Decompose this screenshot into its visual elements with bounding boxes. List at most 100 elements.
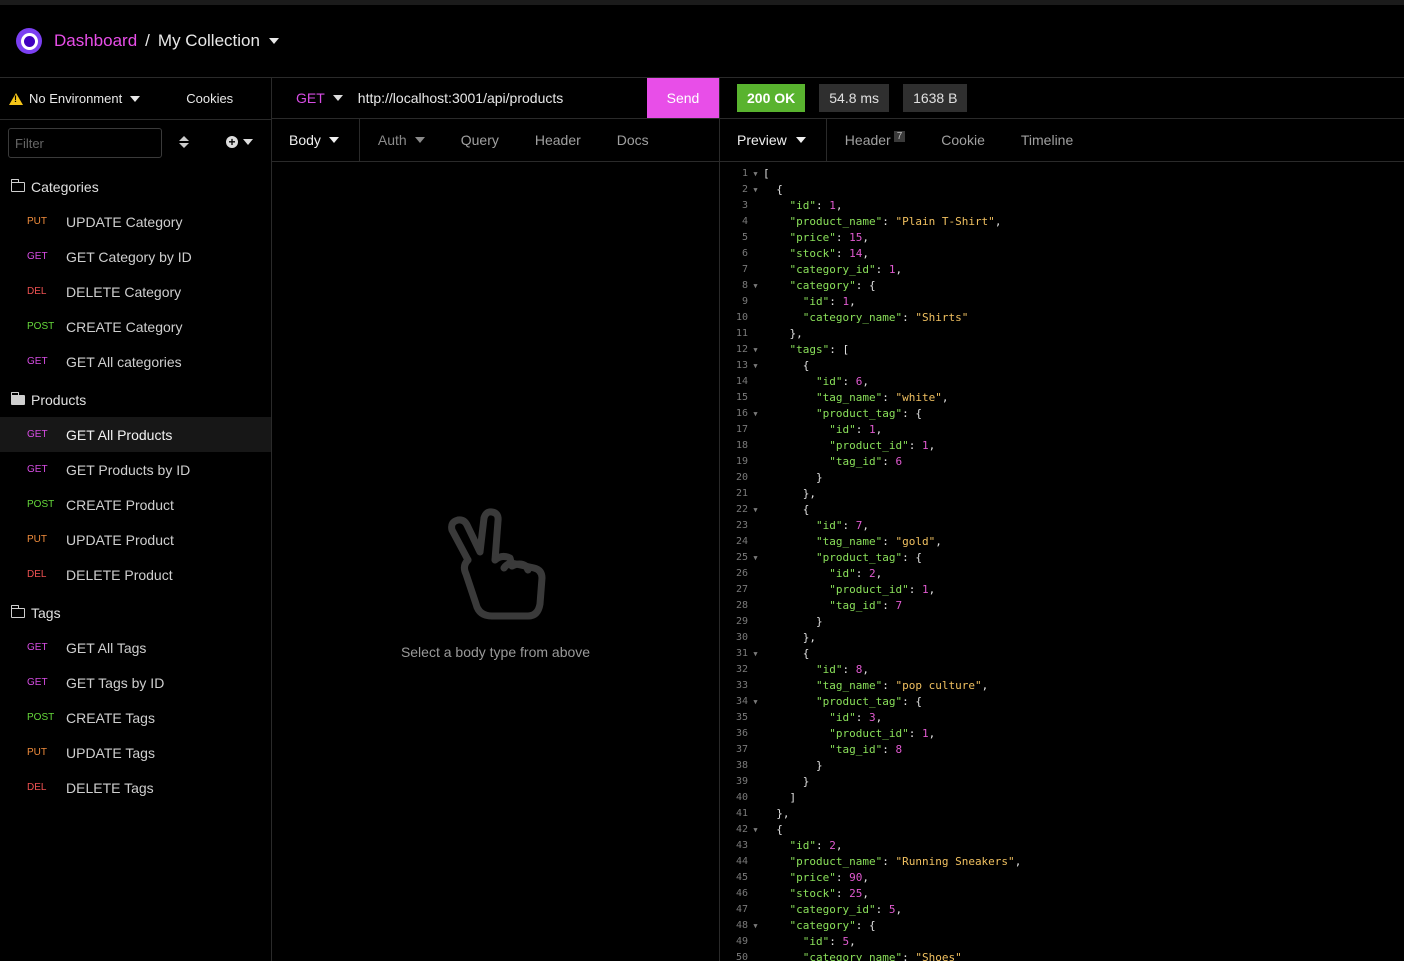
fold-gutter [748,230,763,246]
url-input[interactable]: http://localhost:3001/api/products [358,90,563,106]
response-status-row: 200 OK 54.8 ms 1638 B [720,78,1404,119]
fold-toggle-icon[interactable]: ▼ [748,822,763,838]
code-text: "tag_name": "white", [815,391,949,404]
code-line: 44 "product_name": "Running Sneakers", [720,854,1404,870]
code-text: "id": 6, [815,375,869,388]
sidebar-item-get-all-tags[interactable]: GET GET All Tags [0,630,271,665]
code-line: 42 ▼ { [720,822,1404,838]
code-text: "tag_id": 7 [829,599,903,612]
folder-products[interactable]: Products [0,382,271,417]
sidebar-item-label: GET All categories [66,353,182,370]
sidebar-item-update-tags[interactable]: PUT UPDATE Tags [0,735,271,770]
code-text: { [763,503,810,516]
line-number: 14 [735,376,748,387]
sidebar-item-delete-product[interactable]: DEL DELETE Product [0,557,271,592]
environment-selector[interactable]: No Environment [29,91,122,106]
fold-toggle-icon[interactable]: ▼ [748,502,763,518]
tab-docs[interactable]: Docs [599,119,667,162]
method-tag: DEL [27,569,47,580]
send-button[interactable]: Send [647,78,719,118]
line-number: 49 [735,936,748,947]
tab-cookie[interactable]: Cookie [923,119,1003,162]
tab-timeline[interactable]: Timeline [1003,119,1091,162]
sidebar-item-get-all-products[interactable]: GET GET All Products [0,417,271,452]
line-number: 48 [735,920,748,931]
chevron-down-icon[interactable] [268,38,279,44]
tab-query[interactable]: Query [443,119,517,162]
cookies-button[interactable]: Cookies [186,91,233,106]
sidebar-item-get-all-categories[interactable]: GET GET All categories [0,344,271,379]
code-text: "category": { [789,279,876,292]
tab-header[interactable]: Header [517,119,599,162]
line-number: 24 [735,536,748,547]
code-text: } [763,759,823,772]
fold-gutter [748,390,763,406]
sidebar-item-update-category[interactable]: PUT UPDATE Category [0,204,271,239]
code-line: 4 "product_name": "Plain T-Shirt", [720,214,1404,230]
sidebar-item-create-product[interactable]: POST CREATE Product [0,487,271,522]
sidebar-item-delete-category[interactable]: DEL DELETE Category [0,274,271,309]
folder-tags[interactable]: Tags [0,595,271,630]
folder-categories[interactable]: Categories [0,169,271,204]
chevron-down-icon[interactable] [243,139,253,145]
method-tag: PUT [27,747,47,758]
sort-icon[interactable] [179,136,189,150]
response-body-viewer[interactable]: 1 ▼[2 ▼ {3 "id": 1, 4 "product_name": "Plai… [720,166,1404,961]
code-line: 49 "id": 5, [720,934,1404,950]
sidebar-item-create-tags[interactable]: POST CREATE Tags [0,700,271,735]
code-line: 33 "tag_name": "pop culture", [720,678,1404,694]
filter-input[interactable] [8,128,162,158]
sidebar-item-get-category-by-id[interactable]: GET GET Category by ID [0,239,271,274]
fold-toggle-icon[interactable]: ▼ [748,694,763,710]
code-text: "stock": 14, [789,247,869,260]
code-text: "id": 5, [802,935,856,948]
chevron-down-icon[interactable] [130,95,141,102]
fold-gutter [748,950,763,961]
code-text: "price": 15, [789,231,869,244]
add-icon[interactable]: + [226,136,238,148]
fold-toggle-icon[interactable]: ▼ [748,918,763,934]
line-number: 33 [735,680,748,691]
tab-response-header[interactable]: Header 7 [827,119,923,162]
code-line: 27 "product_id": 1, [720,582,1404,598]
method-selector[interactable]: GET [296,90,325,106]
breadcrumb-collection[interactable]: My Collection [158,31,260,51]
line-number: 2 [741,184,748,195]
fold-toggle-icon[interactable]: ▼ [748,182,763,198]
code-line: 28 "tag_id": 7 [720,598,1404,614]
folder-label: Tags [31,604,61,621]
peace-hand-icon [447,508,545,620]
logo-icon[interactable] [16,28,42,54]
sidebar-item-get-products-by-id[interactable]: GET GET Products by ID [0,452,271,487]
fold-toggle-icon[interactable]: ▼ [748,342,763,358]
fold-toggle-icon[interactable]: ▼ [748,278,763,294]
fold-toggle-icon[interactable]: ▼ [748,550,763,566]
size-badge: 1638 B [903,84,968,112]
fold-toggle-icon[interactable]: ▼ [748,166,763,182]
line-number: 4 [741,216,748,227]
fold-toggle-icon[interactable]: ▼ [748,358,763,374]
sidebar-item-get-tags-by-id[interactable]: GET GET Tags by ID [0,665,271,700]
chevron-down-icon[interactable] [332,95,343,101]
chevron-down-icon [795,137,806,143]
line-number: 39 [735,776,748,787]
fold-toggle-icon[interactable]: ▼ [748,646,763,662]
sidebar-item-label: DELETE Product [66,566,173,583]
tab-auth[interactable]: Auth [360,119,443,162]
tab-body[interactable]: Body [272,118,360,162]
sidebar-item-create-category[interactable]: POST CREATE Category [0,309,271,344]
breadcrumb-dashboard[interactable]: Dashboard [54,31,137,51]
fold-toggle-icon[interactable]: ▼ [748,406,763,422]
code-line: 46 "stock": 25, [720,886,1404,902]
sidebar-item-label: GET Tags by ID [66,674,165,691]
fold-gutter [748,662,763,678]
line-number: 25 [735,552,748,563]
sidebar-item-update-product[interactable]: PUT UPDATE Product [0,522,271,557]
code-text: "id": 1, [829,423,883,436]
tab-preview[interactable]: Preview [720,118,827,162]
line-number: 29 [735,616,748,627]
sidebar-item-delete-tags[interactable]: DEL DELETE Tags [0,770,271,805]
code-text: } [763,775,810,788]
code-line: 50 "category_name": "Shoes" [720,950,1404,961]
line-number: 42 [735,824,748,835]
